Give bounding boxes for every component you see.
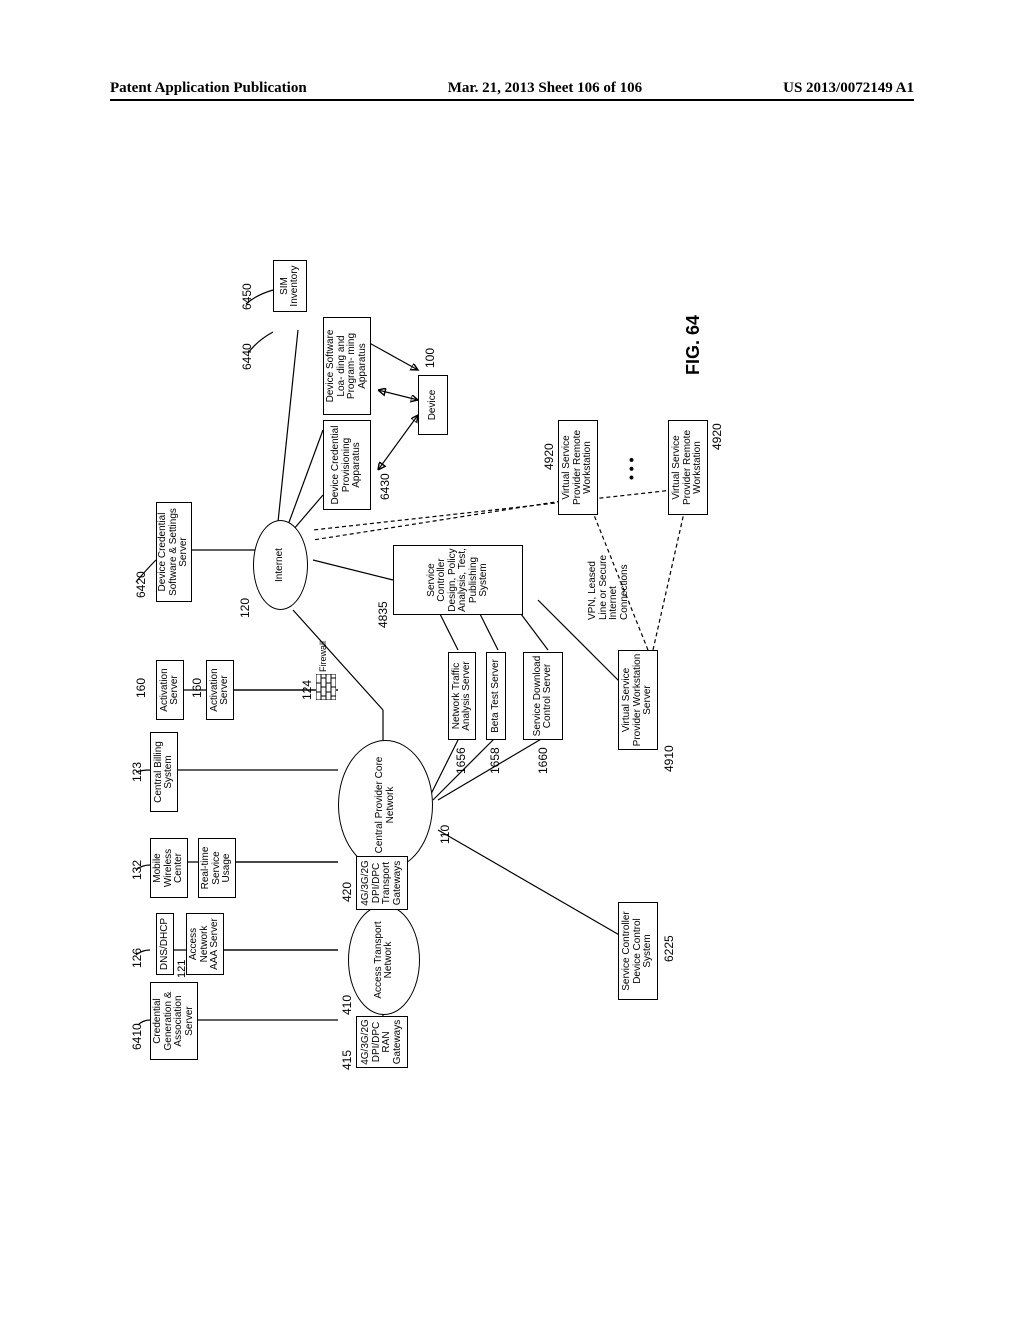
ref-1658: 1658 (488, 747, 502, 774)
box-transport-gateways: 4G/3G/2G DPI/DPC Transport Gateways (356, 856, 408, 910)
oval-internet: Internet (253, 520, 308, 610)
ref-1660: 1660 (536, 747, 550, 774)
ref-123: 123 (130, 762, 144, 782)
ref-110: 110 (438, 825, 452, 844)
box-activation-b: Activation Server (206, 660, 234, 720)
box-access-aaa: Access Network AAA Server (186, 913, 224, 975)
ref-121: 121 (176, 960, 188, 978)
ref-6440: 6440 (240, 343, 254, 370)
oval-core-network: Central Provider Core Network (338, 740, 433, 870)
header-right: US 2013/0072149 A1 (783, 80, 914, 97)
ref-4910: 4910 (662, 745, 676, 772)
firewall-icon (316, 674, 336, 700)
box-service-download: Service Download Control Server (523, 652, 563, 740)
ellipsis-dots: • • • (623, 458, 639, 480)
ref-6410: 6410 (130, 1023, 144, 1050)
ref-124: 124 (300, 680, 314, 700)
ref-410: 410 (340, 995, 354, 1015)
box-svc-controller-device: Service Controller Device Control System (618, 902, 658, 1000)
ref-6430: 6430 (378, 473, 392, 500)
box-vsp-remote-b: Virtual Service Provider Remote Workstat… (668, 420, 708, 515)
box-vsp-remote-a: Virtual Service Provider Remote Workstat… (558, 420, 598, 515)
header-line: Patent Application Publication Mar. 21, … (110, 80, 914, 101)
box-sim-inventory: SIM Inventory (273, 260, 307, 312)
figure-caption: FIG. 64 (683, 315, 704, 375)
header-left: Patent Application Publication (110, 80, 307, 97)
box-dns-dhcp: DNS/DHCP (156, 913, 174, 975)
box-mobile-wireless: Mobile Wireless Center (150, 838, 188, 898)
ref-160a: 160 (134, 678, 148, 698)
figure: Credential Generation & Association Serv… (8, 350, 848, 950)
header: Patent Application Publication Mar. 21, … (0, 80, 1024, 101)
box-credential-gen: Credential Generation & Association Serv… (150, 982, 198, 1060)
box-realtime-usage: Real-time Service Usage (198, 838, 236, 898)
diagram: Credential Generation & Association Serv… (128, 230, 728, 1070)
label-vpn-note: VPN, Leased Line or Secure Internet Conn… (588, 540, 630, 620)
ref-126: 126 (130, 948, 144, 968)
label-firewall: Firewall (318, 641, 328, 672)
box-vsp-ws-server: Virtual Service Provider Workstation Ser… (618, 650, 658, 750)
box-device-cred-sw: Device Credential Software & Settings Se… (156, 502, 192, 602)
box-svc-controller-design: Service Controller Design, Policy Analys… (393, 545, 523, 615)
box-beta-test: Beta Test Server (486, 652, 506, 740)
box-device: Device (418, 375, 448, 435)
ref-120: 120 (238, 598, 252, 618)
ref-6420: 6420 (134, 571, 148, 598)
box-device-sw-load: Device Software Loa- ding and Program- m… (323, 317, 371, 415)
box-device-cred-prov: Device Credential Provisioning Apparatus (323, 420, 371, 510)
page: Patent Application Publication Mar. 21, … (0, 0, 1024, 1320)
box-activation-a: Activation Server (156, 660, 184, 720)
ref-100: 100 (423, 348, 437, 368)
oval-access-transport: Access Transport Network (348, 905, 420, 1015)
ref-1656: 1656 (454, 747, 468, 774)
header-center: Mar. 21, 2013 Sheet 106 of 106 (448, 80, 642, 97)
box-net-traffic: Network Traffic Analysis Server (448, 652, 476, 740)
ref-160b: 160 (190, 678, 204, 698)
ref-132: 132 (130, 860, 144, 880)
ref-420: 420 (340, 882, 354, 902)
box-central-billing: Central Billing System (150, 732, 178, 812)
ref-4920a: 4920 (542, 443, 556, 470)
box-ran-gateways: 4G/3G/2G DPI/DPC RAN Gateways (356, 1016, 408, 1068)
ref-4835: 4835 (376, 601, 390, 628)
ref-415: 415 (340, 1050, 354, 1070)
ref-6450: 6450 (240, 283, 254, 310)
ref-6225: 6225 (662, 935, 676, 962)
ref-4920b: 4920 (710, 423, 724, 450)
